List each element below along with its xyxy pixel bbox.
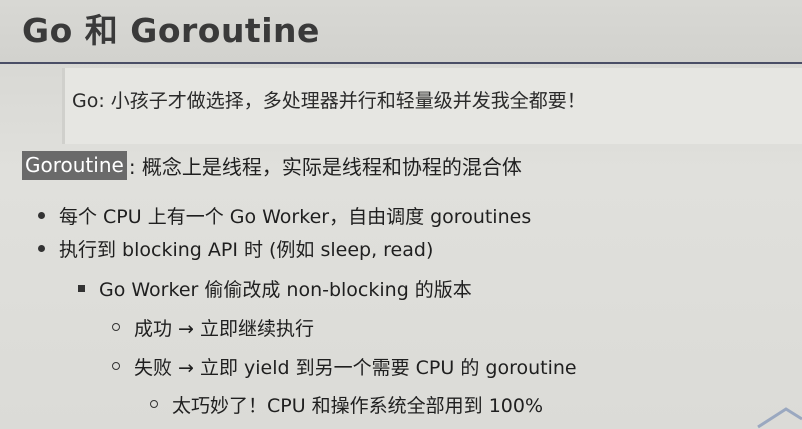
bullet-text: 每个 CPU 上有一个 Go Worker，自由调度 goroutines	[59, 205, 532, 228]
bullet-dot-icon	[38, 244, 45, 252]
lead-text: : 概念上是线程，实际是线程和协程的混合体	[128, 154, 522, 179]
slide-title: Go 和 Goroutine	[22, 11, 320, 50]
deep-bullet-item: 太巧妙了！CPU 和操作系统全部用到 100%	[150, 389, 543, 419]
slide: Go 和 Goroutine Go: 小孩子才做选择，多处理器并行和轻量级并发我…	[0, 0, 802, 429]
bullet-item: 执行到 blocking API 时 (例如 sleep, read)	[38, 233, 433, 263]
sub-bullet-item: Go Worker 偷偷改成 non-blocking 的版本	[78, 273, 472, 303]
bullet-text: 太巧妙了！CPU 和操作系统全部用到 100%	[172, 394, 544, 417]
bullet-ring-icon	[112, 323, 120, 331]
bullet-square-icon	[78, 284, 85, 292]
sub-sub-bullet-item: 成功 → 立即继续执行	[112, 312, 314, 342]
bullet-dot-icon	[38, 211, 45, 219]
bullet-text: 执行到 blocking API 时 (例如 sleep, read)	[59, 238, 434, 261]
quote-text: Go: 小孩子才做选择，多处理器并行和轻量级并发我全都要！	[72, 90, 586, 112]
corner-decoration-icon	[757, 407, 802, 429]
bullet-text: 失败 → 立即 yield 到另一个需要 CPU 的 goroutine	[134, 356, 577, 379]
bullet-item: 每个 CPU 上有一个 Go Worker，自由调度 goroutines	[38, 200, 531, 230]
bullet-text: 成功 → 立即继续执行	[134, 317, 314, 340]
title-bar: Go 和 Goroutine	[0, 0, 802, 62]
keyword-highlight: Goroutine	[22, 150, 127, 180]
bullet-ring-icon	[112, 362, 120, 370]
bullet-ring-icon	[150, 400, 158, 408]
title-divider	[0, 62, 802, 64]
sub-sub-bullet-item: 失败 → 立即 yield 到另一个需要 CPU 的 goroutine	[112, 351, 577, 381]
lead-line: Goroutine: 概念上是线程，实际是线程和协程的混合体	[22, 150, 522, 180]
bullet-text: Go Worker 偷偷改成 non-blocking 的版本	[99, 278, 472, 301]
